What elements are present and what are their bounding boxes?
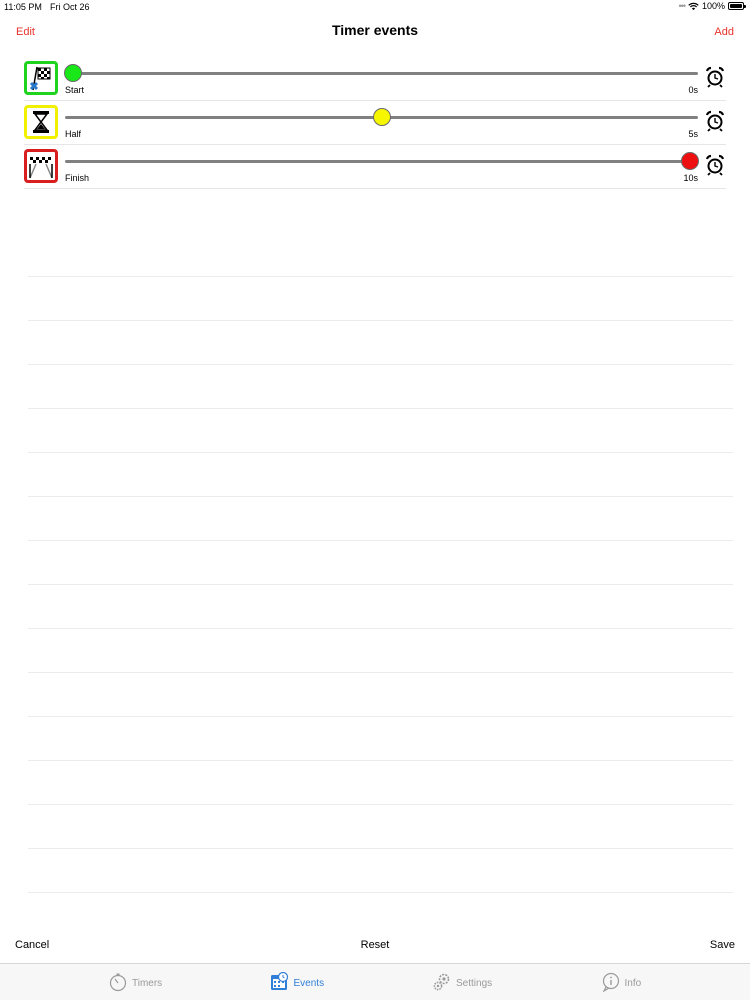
gears-icon	[432, 972, 452, 995]
tab-events[interactable]: Events	[270, 971, 325, 995]
empty-row	[28, 585, 733, 629]
status-time: 11:05 PM	[4, 2, 42, 12]
status-bar: 11:05 PM Fri Oct 26 ••• 100%	[0, 0, 750, 14]
event-row[interactable]: Finish 10s	[24, 145, 726, 189]
hourglass-icon[interactable]	[24, 105, 58, 139]
empty-row	[28, 629, 733, 673]
event-slider-track[interactable]	[65, 72, 698, 75]
alarm-clock-icon[interactable]	[704, 154, 726, 176]
event-label: Start	[65, 85, 85, 95]
wifi-icon	[688, 2, 699, 10]
event-time: 10s	[683, 173, 698, 183]
event-label: Half	[65, 129, 82, 139]
info-bubble-icon	[601, 972, 621, 995]
battery-icon	[728, 2, 746, 10]
finish-line-icon[interactable]	[24, 149, 58, 183]
add-button[interactable]: Add	[714, 26, 734, 38]
stopwatch-icon	[108, 972, 128, 995]
empty-row	[28, 409, 733, 453]
empty-row	[28, 365, 733, 409]
nav-bar: Edit Timer events Add	[0, 14, 750, 52]
battery-percent: 100%	[701, 1, 725, 11]
event-time: 0s	[688, 85, 698, 95]
checkered-flag-icon[interactable]	[24, 61, 58, 95]
cancel-button[interactable]: Cancel	[15, 939, 49, 951]
signal-dots-icon: •••	[678, 1, 687, 11]
event-row[interactable]: Half 5s	[24, 101, 726, 145]
empty-row	[28, 717, 733, 761]
tab-settings[interactable]: Settings	[432, 972, 492, 995]
tab-label: Settings	[456, 978, 493, 989]
status-right: ••• 100%	[678, 1, 746, 11]
empty-list-rows	[28, 233, 733, 893]
page-title: Timer events	[331, 22, 419, 38]
event-slider-thumb[interactable]	[681, 152, 699, 170]
app-root: 11:05 PM Fri Oct 26 ••• 100% Edit Timer …	[0, 0, 750, 1000]
empty-row	[28, 849, 733, 893]
empty-row	[28, 541, 733, 585]
action-bar: Cancel Reset Save	[0, 932, 750, 960]
empty-row	[28, 233, 733, 277]
reset-wrapper: Reset	[0, 939, 750, 951]
empty-row	[28, 761, 733, 805]
event-label: Finish	[65, 173, 90, 183]
save-button[interactable]: Save	[710, 939, 735, 951]
tab-timers[interactable]: Timers	[108, 972, 162, 995]
empty-row	[28, 805, 733, 849]
tab-label: Events	[293, 978, 325, 989]
tab-info[interactable]: Info	[601, 972, 642, 995]
empty-row	[28, 277, 733, 321]
empty-row	[28, 321, 733, 365]
tab-label: Info	[624, 978, 642, 989]
event-slider-track[interactable]	[65, 160, 698, 163]
event-slider-thumb[interactable]	[64, 64, 82, 82]
reset-button[interactable]: Reset	[361, 939, 390, 951]
alarm-clock-icon[interactable]	[704, 110, 726, 132]
empty-row	[28, 497, 733, 541]
tab-bar: Timers Events Settings Info	[0, 963, 750, 1000]
event-time: 5s	[688, 129, 698, 139]
calendar-clock-icon	[270, 971, 290, 995]
event-list: Start 0s Half 5s Finish 10s	[24, 57, 726, 189]
alarm-clock-icon[interactable]	[704, 66, 726, 88]
event-slider-thumb[interactable]	[372, 108, 391, 126]
tab-label: Timers	[132, 978, 163, 989]
empty-row	[28, 673, 733, 717]
status-date: Fri Oct 26	[50, 2, 90, 12]
empty-row	[28, 453, 733, 497]
event-row[interactable]: Start 0s	[24, 57, 726, 101]
